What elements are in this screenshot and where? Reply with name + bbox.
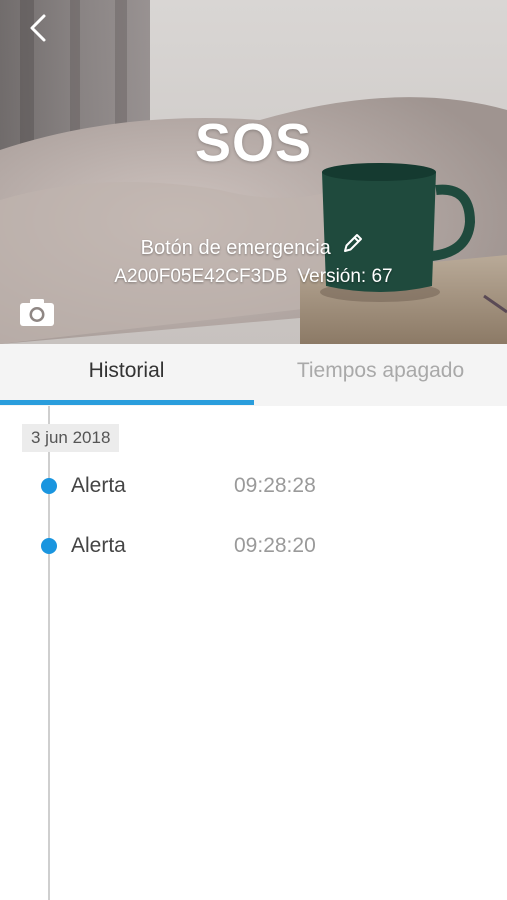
back-button[interactable] (22, 10, 58, 46)
header-hero: SOS Botón de emergencia A200F05E42CF3DB V… (0, 0, 507, 344)
timeline-dot-icon (41, 478, 57, 494)
tab-historial[interactable]: Historial (0, 344, 253, 402)
device-name: Botón de emergencia (140, 237, 331, 259)
device-version: Versión: 67 (297, 266, 393, 287)
event-label: Alerta (71, 474, 126, 497)
timeline-dot-icon (41, 538, 57, 554)
device-info-row: A200F05E42CF3DB Versión: 67 (0, 266, 507, 288)
tab-bar: Historial Tiempos apagado (0, 344, 507, 407)
list-item[interactable]: Alerta 09:28:28 (0, 466, 507, 506)
event-time: 09:28:28 (234, 474, 316, 497)
camera-icon[interactable] (18, 296, 56, 328)
pencil-icon[interactable] (340, 230, 366, 256)
date-header: 3 jun 2018 (22, 424, 120, 452)
tab-tiempos-apagado[interactable]: Tiempos apagado (254, 344, 507, 402)
page-title: SOS (194, 113, 313, 173)
device-id: A200F05E42CF3DB (114, 266, 288, 287)
chevron-left-icon (30, 14, 46, 42)
event-time: 09:28:20 (234, 534, 316, 557)
sos-device-screen: SOS Botón de emergencia A200F05E42CF3DB V… (0, 0, 507, 900)
event-label: Alerta (71, 534, 126, 557)
list-item[interactable]: Alerta 09:28:20 (0, 526, 507, 566)
history-timeline[interactable]: 3 jun 2018 Alerta 09:28:28 Alerta 09:28:… (0, 406, 507, 900)
device-name-row: Botón de emergencia (0, 230, 507, 260)
active-tab-indicator (0, 400, 254, 405)
